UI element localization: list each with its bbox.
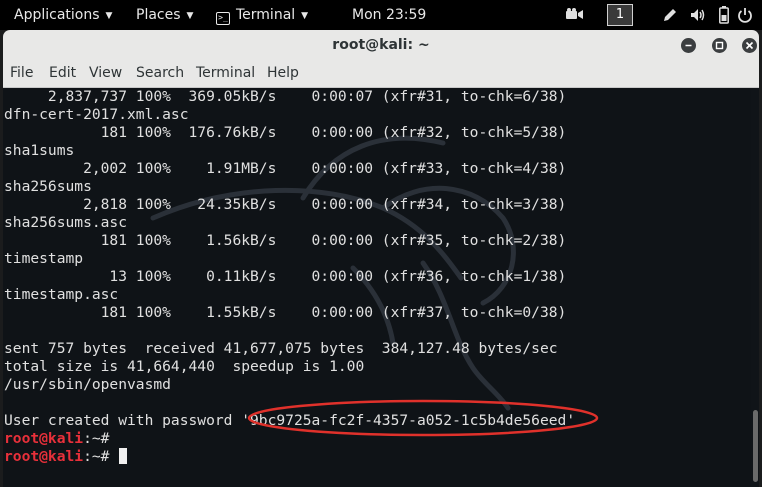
terminal-output[interactable]: 2,837,737 100% 369.05kB/s 0:00:07 (xfr#3…: [3, 88, 759, 487]
menu-view[interactable]: View: [89, 60, 122, 87]
video-icon[interactable]: [566, 8, 584, 21]
menu-search[interactable]: Search: [136, 60, 184, 87]
terminal-line: timestamp.asc: [4, 286, 119, 303]
prompt-path: :~#: [83, 448, 110, 465]
title-bar[interactable]: root@kali: ~: [3, 30, 759, 61]
applications-label: Applications: [14, 7, 100, 23]
terminal-line: sha256sums.asc: [4, 214, 128, 231]
power-icon[interactable]: [737, 7, 753, 23]
terminal-line: timestamp: [4, 250, 84, 267]
terminal-line: 2,002 100% 1.91MB/s 0:00:00 (xfr#33, to-…: [4, 160, 567, 177]
maximize-icon: [715, 41, 724, 50]
terminal-line: sent 757 bytes received 41,677,075 bytes…: [4, 340, 558, 357]
prompt-path: :~#: [83, 430, 110, 447]
scrollbar-thumb[interactable]: [753, 410, 758, 482]
minimize-button[interactable]: [681, 38, 696, 53]
cursor: [109, 448, 118, 465]
places-label: Places: [136, 7, 181, 23]
terminal-line: 13 100% 0.11kB/s 0:00:00 (xfr#36, to-chk…: [4, 268, 567, 285]
password-line: User created with password '9bc9725a-fc2…: [4, 412, 576, 429]
terminal-line: 2,818 100% 24.35kB/s 0:00:00 (xfr#34, to…: [4, 196, 567, 213]
menu-help[interactable]: Help: [267, 60, 299, 87]
text-cursor: [119, 448, 128, 464]
terminal-line: total size is 41,664,440 speedup is 1.00: [4, 358, 365, 375]
places-menu[interactable]: Places ▼: [136, 0, 193, 30]
menu-file[interactable]: File: [10, 60, 33, 87]
close-button[interactable]: [742, 38, 757, 53]
terminal-app-menu[interactable]: >_ Terminal ▼: [216, 0, 308, 30]
prompt-line-active: root@kali:~#: [4, 448, 128, 466]
prompt-user: root@kali: [4, 448, 84, 465]
minimize-icon: [685, 44, 692, 47]
chevron-down-icon: ▼: [105, 11, 113, 21]
clock[interactable]: Mon 23:59: [352, 0, 426, 30]
terminal-line: /usr/sbin/openvasmd: [4, 376, 171, 393]
prompt-user: root@kali: [4, 430, 84, 447]
terminal-line: 181 100% 1.55kB/s 0:00:00 (xfr#37, to-ch…: [4, 304, 567, 321]
terminal-line: 181 100% 176.76kB/s 0:00:00 (xfr#32, to-…: [4, 124, 567, 141]
audio-icon[interactable]: [690, 7, 706, 23]
battery-icon[interactable]: [719, 6, 729, 24]
menu-terminal[interactable]: Terminal: [196, 60, 255, 87]
terminal-line: sha256sums: [4, 178, 92, 195]
top-bar: Applications ▼ Places ▼ >_ Terminal ▼ Mon 23…: [0, 0, 762, 30]
workspace-indicator[interactable]: 1: [607, 4, 633, 26]
terminal-icon: >_: [216, 12, 230, 25]
terminal-line: dfn-cert-2017.xml.asc: [4, 106, 189, 123]
window-title: root@kali: ~: [332, 37, 430, 53]
terminal-line: sha1sums: [4, 142, 75, 159]
menu-edit[interactable]: Edit: [49, 60, 76, 87]
chevron-down-icon: ▼: [186, 11, 194, 21]
applications-menu[interactable]: Applications ▼: [14, 0, 112, 30]
scrollbar[interactable]: [751, 88, 759, 487]
pencil-icon[interactable]: [662, 7, 678, 23]
maximize-button[interactable]: [712, 38, 727, 53]
chevron-down-icon: ▼: [301, 11, 309, 21]
terminal-line: 181 100% 1.56kB/s 0:00:00 (xfr#35, to-ch…: [4, 232, 567, 249]
terminal-line: 2,837,737 100% 369.05kB/s 0:00:07 (xfr#3…: [4, 88, 567, 105]
terminal-app-label: Terminal: [236, 7, 296, 23]
menu-bar: File Edit View Search Terminal Help: [3, 60, 759, 88]
prompt-line: root@kali:~#: [4, 430, 109, 448]
terminal-window: root@kali: ~ File Edit View Search Termi…: [3, 30, 759, 487]
close-icon: [745, 41, 754, 50]
